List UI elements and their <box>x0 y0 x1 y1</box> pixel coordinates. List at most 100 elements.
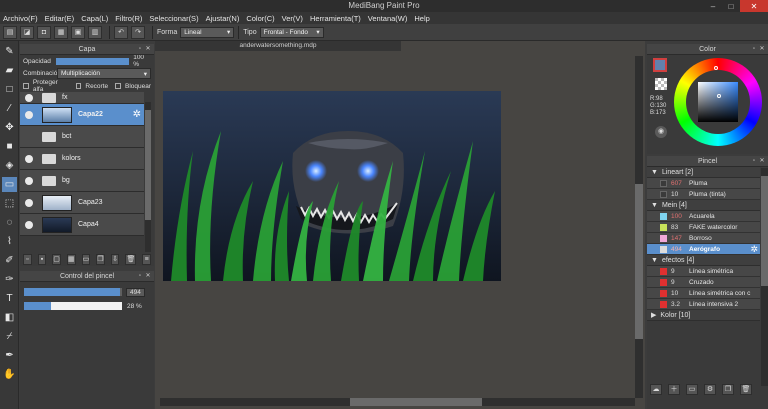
layer-row-capa23[interactable]: Capa23 <box>20 192 144 214</box>
hue-marker[interactable] <box>714 66 718 70</box>
brush-size-value[interactable]: 494 <box>126 287 145 297</box>
new-layer-icon[interactable]: ▫ <box>23 253 32 265</box>
halftone-layer-icon[interactable]: ▦ <box>66 253 76 265</box>
menu-archivo[interactable]: Archivo(F) <box>3 14 38 23</box>
eye-icon[interactable] <box>25 198 33 207</box>
hand-tool-icon[interactable]: ✋ <box>2 367 17 382</box>
layer-row-bg[interactable]: bg <box>20 170 144 192</box>
transparent-color-swatch[interactable] <box>655 78 667 90</box>
pen-tool-icon[interactable]: ✒ <box>2 348 17 363</box>
layers-icon[interactable]: ▣ <box>71 25 85 39</box>
new-brush-folder-icon[interactable]: ▭ <box>686 383 698 395</box>
eyedropper-tool-icon[interactable]: ⌿ <box>2 329 17 344</box>
brush-group-mein[interactable]: ▼ Mein [4] <box>647 200 760 211</box>
brush-group-efectos[interactable]: ▼ efectos [4] <box>647 255 760 266</box>
layer-row-bct[interactable]: bct <box>20 126 144 148</box>
lock-checkbox[interactable] <box>115 83 121 89</box>
menu-color[interactable]: Color(C) <box>246 14 274 23</box>
palette-icon[interactable]: ◉ <box>655 126 667 138</box>
merge-down-icon[interactable]: ⇩ <box>110 253 120 265</box>
menu-ver[interactable]: Ver(V) <box>282 14 303 23</box>
close-icon[interactable]: ✕ <box>758 45 766 53</box>
gear-icon[interactable]: ✲ <box>133 109 141 120</box>
menu-ventana[interactable]: Ventana(W) <box>368 14 408 23</box>
menu-capa[interactable]: Capa(L) <box>81 14 108 23</box>
blend-select[interactable]: Multiplicación ▾ <box>57 68 151 79</box>
brush-tool-icon[interactable]: ✎ <box>2 44 17 59</box>
snap-icon[interactable]: ▥ <box>88 25 102 39</box>
forma-select[interactable]: Lineal ▾ <box>180 26 235 38</box>
delete-brush-icon[interactable]: 🗑 <box>740 383 752 395</box>
layer-scrollbar[interactable] <box>145 102 151 252</box>
caret-down-icon[interactable]: ▼ <box>651 257 658 264</box>
layer-row-capa4[interactable]: Capa4 <box>20 214 144 236</box>
delete-layer-icon[interactable]: 🗑 <box>125 253 137 265</box>
divide-tool-icon[interactable]: ◧ <box>2 310 17 325</box>
horizontal-scrollbar[interactable] <box>160 398 635 406</box>
bucket-tool-icon[interactable]: ◈ <box>2 158 17 173</box>
brush-item[interactable]: 100 Acuarela <box>647 211 760 222</box>
clipping-checkbox[interactable] <box>75 83 82 89</box>
brush-item[interactable]: 3.2 Línea intensiva 2 <box>647 299 760 310</box>
layer-row-capa22[interactable]: Capa22 ✲ <box>20 104 144 126</box>
dot-tool-icon[interactable]: ⁄ <box>2 101 17 116</box>
vertical-scrollbar-thumb[interactable] <box>635 184 643 339</box>
brush-item[interactable]: 9 Línea simétrica <box>647 266 760 277</box>
brush-size-slider[interactable] <box>24 288 122 296</box>
close-icon[interactable]: ✕ <box>144 272 152 280</box>
layer-row-kolors[interactable]: kolors <box>20 148 144 170</box>
menu-filtro[interactable]: Filtro(R) <box>115 14 142 23</box>
close-icon[interactable]: ✕ <box>758 157 766 165</box>
alpha-protect-checkbox[interactable] <box>23 83 29 89</box>
chat-icon[interactable]: ◘ <box>37 25 51 39</box>
redo-icon[interactable]: ↷ <box>131 25 145 39</box>
menu-herramienta[interactable]: Herramienta(T) <box>310 14 361 23</box>
magic-wand-tool-icon[interactable]: ⌇ <box>2 234 17 249</box>
float-icon[interactable]: ▫ <box>136 272 144 280</box>
undo-icon[interactable]: ↶ <box>114 25 128 39</box>
brush-opacity-slider[interactable] <box>24 302 122 310</box>
brush-settings-icon[interactable]: ⚙ <box>704 383 716 395</box>
brush-item[interactable]: 147 Borroso <box>647 233 760 244</box>
brush-group-lineart[interactable]: ▼ Lineart [2] <box>647 167 760 178</box>
maximize-button[interactable]: □ <box>722 0 740 12</box>
move-tool-icon[interactable]: ✥ <box>2 120 17 135</box>
brush-scrollbar-thumb[interactable] <box>761 176 768 286</box>
new-file-icon[interactable]: ▤ <box>3 25 17 39</box>
select-pen-tool-icon[interactable]: ✐ <box>2 253 17 268</box>
text-tool-icon[interactable]: T <box>2 291 17 306</box>
float-icon[interactable]: ▫ <box>750 157 758 165</box>
caret-down-icon[interactable]: ▼ <box>651 202 658 209</box>
select-rect-tool-icon[interactable]: □ <box>2 82 17 97</box>
menu-editar[interactable]: Editar(E) <box>45 14 75 23</box>
layer-menu-icon[interactable]: ≡ <box>142 253 152 265</box>
share-icon[interactable]: ◪ <box>20 25 34 39</box>
close-button[interactable]: ✕ <box>740 0 768 12</box>
caret-right-icon[interactable]: ▶ <box>651 311 656 319</box>
eye-icon[interactable] <box>25 154 33 163</box>
caret-down-icon[interactable]: ▼ <box>651 169 658 176</box>
layer-scrollbar-thumb[interactable] <box>145 110 151 220</box>
minimize-button[interactable]: – <box>704 0 722 12</box>
menu-ajustar[interactable]: Ajustar(N) <box>206 14 240 23</box>
saturation-value-square[interactable] <box>698 82 738 122</box>
canvas-artwork[interactable] <box>163 91 501 281</box>
eye-icon[interactable] <box>25 110 33 119</box>
brush-item[interactable]: 9 Cruzado <box>647 277 760 288</box>
float-icon[interactable]: ▫ <box>750 45 758 53</box>
horizontal-scrollbar-thumb[interactable] <box>350 398 482 406</box>
menu-help[interactable]: Help <box>414 14 429 23</box>
select-eraser-tool-icon[interactable]: ✑ <box>2 272 17 287</box>
opacity-slider[interactable] <box>55 57 130 65</box>
menu-seleccionar[interactable]: Seleccionar(S) <box>149 14 198 23</box>
grid-icon[interactable]: ▦ <box>54 25 68 39</box>
close-icon[interactable]: ✕ <box>144 45 152 53</box>
layer-row-fx[interactable]: fx <box>20 92 144 104</box>
fill-rect-tool-icon[interactable]: ■ <box>2 139 17 154</box>
lasso-tool-icon[interactable]: ◌ <box>2 215 17 230</box>
tipo-select[interactable]: Frontal - Fondo ▾ <box>259 26 324 38</box>
eye-icon[interactable] <box>25 176 33 185</box>
new-folder-icon[interactable]: ▭ <box>81 253 91 265</box>
brush-group-kolor[interactable]: ▶ Kolor [10] <box>647 310 760 321</box>
cloud-brush-icon[interactable]: ☁ <box>650 383 662 395</box>
